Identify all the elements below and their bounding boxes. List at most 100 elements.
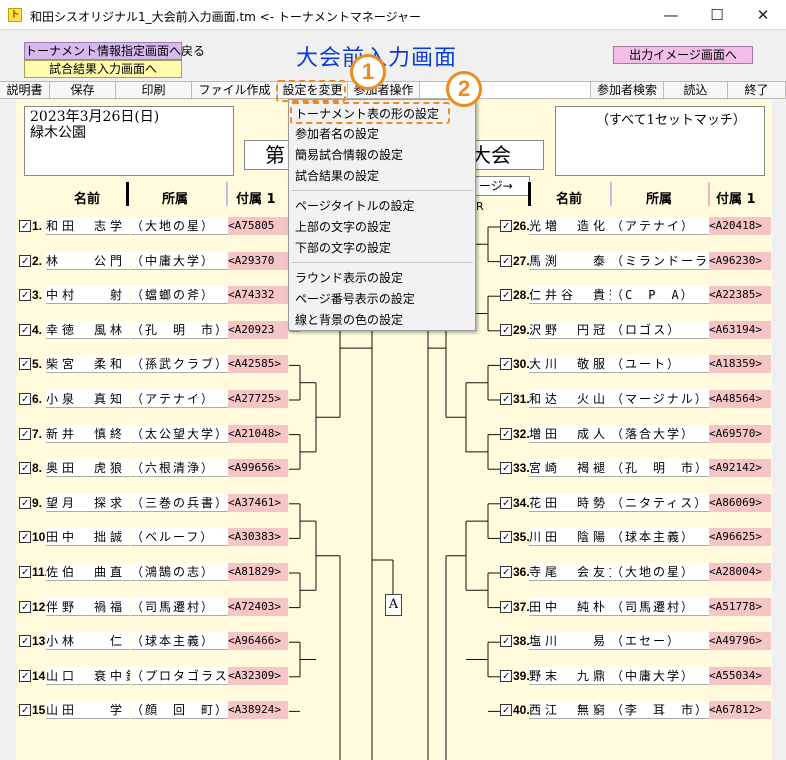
player-number: 39.	[513, 668, 530, 683]
player-name-field[interactable]: 馬渕 泰	[529, 251, 611, 270]
menu-item-page-title[interactable]: ページタイトルの設定	[295, 196, 415, 216]
player-name-field[interactable]: 沢野 円冠	[529, 320, 611, 339]
player-number: 29.	[513, 322, 530, 337]
player-number: 26.	[513, 219, 530, 233]
menu-separator	[291, 190, 473, 191]
player-extra-field[interactable]: <A20418>	[709, 217, 771, 235]
menu-separator	[291, 262, 473, 263]
player-number: 35.	[513, 530, 530, 545]
player-number: 37.	[513, 599, 530, 614]
player-extra-field[interactable]: <A48564>	[709, 390, 771, 408]
player-extra-field[interactable]: <A86069>	[709, 493, 771, 512]
entry-checkbox[interactable]: ✓	[500, 358, 512, 371]
menu-item-round-display[interactable]: ラウンド表示の設定	[295, 268, 403, 288]
player-extra-field[interactable]: <A96625>	[709, 528, 771, 547]
player-affiliation-field[interactable]: （エセー）	[611, 632, 709, 651]
player-name-field[interactable]: 和达 火山	[529, 390, 611, 408]
entry-checkbox[interactable]: ✓	[500, 462, 512, 475]
callout-highlight-menu-item	[290, 102, 450, 124]
player-affiliation-field[interactable]: （李 耳 市）	[611, 701, 709, 720]
entry-checkbox[interactable]: ✓	[500, 289, 512, 302]
player-row: ✓ 35. 川田 陰陽 （球本主義） <A96625>	[0, 528, 786, 548]
player-name-field[interactable]: 野末 九鼎	[529, 666, 611, 685]
player-row: ✓ 31. 和达 火山 （マージナル） <A48564>	[0, 390, 786, 410]
entry-checkbox[interactable]: ✓	[500, 566, 512, 578]
player-name-field[interactable]: 宮崎 褐褪	[529, 459, 611, 478]
player-number: 38.	[513, 634, 530, 649]
player-number: 32.	[513, 426, 530, 441]
player-row: ✓ 32. 増田 成人 （落合大学） <A69570>	[0, 424, 786, 445]
player-row: ✓ 30. 大川 敬服 （ユート） <A18359>	[0, 355, 786, 375]
player-affiliation-field[interactable]: （ミランドーラ）	[611, 251, 709, 270]
player-extra-field[interactable]: <A51778>	[709, 597, 771, 616]
player-row: ✓ 39. 野末 九鼎 （中庸大学） <A55034>	[0, 666, 786, 687]
entry-checkbox[interactable]: ✓	[500, 393, 512, 405]
player-affiliation-field[interactable]: （ロゴス）	[611, 320, 709, 339]
player-affiliation-field[interactable]: （孔 明 市）	[611, 459, 709, 478]
player-extra-field[interactable]: <A63194>	[709, 320, 771, 339]
menu-item-bottom-text[interactable]: 下部の文字の設定	[295, 238, 391, 258]
player-affiliation-field[interactable]: （ニタティス）	[611, 493, 709, 512]
player-name-field[interactable]: 光増 造化	[529, 217, 611, 235]
player-number: 27.	[513, 253, 530, 268]
player-number: 30.	[513, 357, 530, 372]
entry-checkbox[interactable]: ✓	[500, 531, 512, 544]
entry-checkbox[interactable]: ✓	[500, 635, 512, 648]
settings-dropdown-menu: トーナメント表の形の設定 参加者名の設定 簡易試合情報の設定 試合結果の設定 ペ…	[288, 99, 476, 331]
player-number: 31.	[513, 392, 530, 406]
player-name-field[interactable]: 仁井谷 貴賓	[529, 286, 611, 305]
entry-checkbox[interactable]: ✓	[500, 427, 512, 440]
player-affiliation-field[interactable]: （中庸大学）	[611, 666, 709, 685]
player-row: ✓ 34. 花田 時勢 （ニタティス） <A86069>	[0, 493, 786, 514]
player-row: ✓ 33. 宮崎 褐褪 （孔 明 市） <A92142>	[0, 459, 786, 479]
player-name-field[interactable]: 大川 敬服	[529, 355, 611, 374]
player-name-field[interactable]: 花田 時勢	[529, 493, 611, 512]
player-number: 28.	[513, 288, 530, 303]
player-extra-field[interactable]: <A67812>	[709, 701, 771, 720]
player-extra-field[interactable]: <A55034>	[709, 666, 771, 685]
entry-checkbox[interactable]: ✓	[500, 496, 512, 509]
player-extra-field[interactable]: <A18359>	[709, 355, 771, 374]
entry-checkbox[interactable]: ✓	[500, 669, 512, 682]
player-extra-field[interactable]: <A92142>	[709, 459, 771, 478]
player-affiliation-field[interactable]: （アテナイ）	[611, 217, 709, 235]
entry-checkbox[interactable]: ✓	[500, 600, 512, 613]
player-extra-field[interactable]: <A22385>	[709, 286, 771, 305]
player-extra-field[interactable]: <A96230>	[709, 251, 771, 270]
player-number: 40.	[513, 703, 530, 718]
player-affiliation-field[interactable]: （C P A）	[611, 286, 709, 305]
entry-checkbox[interactable]: ✓	[500, 254, 512, 267]
player-number: 34.	[513, 495, 530, 510]
player-affiliation-field[interactable]: （司馬遷村）	[611, 597, 709, 616]
player-name-field[interactable]: 川田 陰陽	[529, 528, 611, 547]
player-extra-field[interactable]: <A28004>	[709, 563, 771, 581]
menu-item-match-info[interactable]: 簡易試合情報の設定	[295, 145, 403, 165]
entry-checkbox[interactable]: ✓	[500, 323, 512, 336]
player-row: ✓ 40. 西江 無窮 （李 耳 市） <A67812>	[0, 701, 786, 721]
entry-checkbox[interactable]: ✓	[500, 220, 512, 232]
player-row: ✓36.寺尾 会友文（大地の星）<A28004>	[0, 563, 786, 583]
menu-item-match-result[interactable]: 試合結果の設定	[295, 166, 379, 186]
player-affiliation-field[interactable]: （大地の星）	[611, 563, 709, 581]
player-affiliation-field[interactable]: （落合大学）	[611, 424, 709, 443]
player-name-field[interactable]: 西江 無窮	[529, 701, 611, 720]
callout-number-two: 2	[446, 71, 482, 107]
entry-checkbox[interactable]: ✓	[500, 704, 512, 717]
block-label: A	[385, 594, 402, 616]
menu-item-page-number[interactable]: ページ番号表示の設定	[295, 289, 415, 309]
player-name-field[interactable]: 田中 純朴	[529, 597, 611, 616]
player-extra-field[interactable]: <A49796>	[709, 632, 771, 651]
player-name-field[interactable]: 塩川 易	[529, 632, 611, 651]
menu-item-line-color[interactable]: 線と背景の色の設定	[295, 310, 403, 330]
callout-number-one: 1	[350, 54, 386, 90]
player-extra-field[interactable]: <A69570>	[709, 424, 771, 443]
player-name-field[interactable]: 増田 成人	[529, 424, 611, 443]
player-affiliation-field[interactable]: （ユート）	[611, 355, 709, 374]
menu-item-player-name[interactable]: 参加者名の設定	[295, 124, 379, 144]
player-affiliation-field[interactable]: （マージナル）	[611, 390, 709, 408]
player-affiliation-field[interactable]: （球本主義）	[611, 528, 709, 547]
callout-highlight-settings	[276, 80, 346, 102]
player-row: ✓ 38. 塩川 易（エセー） <A49796>	[0, 632, 786, 652]
player-name-field[interactable]: 寺尾 会友文	[529, 563, 611, 581]
menu-item-top-text[interactable]: 上部の文字の設定	[295, 217, 391, 237]
